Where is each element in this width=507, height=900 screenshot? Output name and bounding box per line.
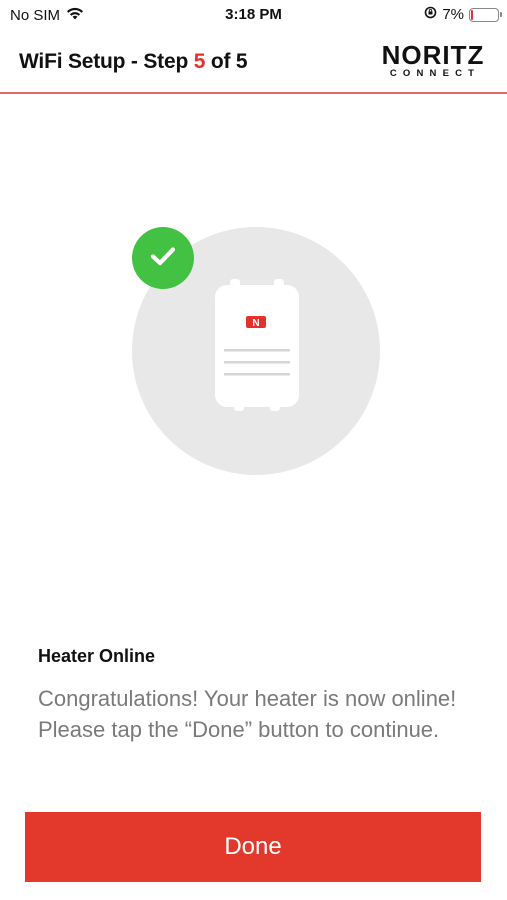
page-title: WiFi Setup - Step 5 of 5 bbox=[19, 50, 248, 74]
checkmark-icon bbox=[150, 246, 176, 271]
battery-percent: 7% bbox=[442, 6, 464, 23]
orientation-lock-icon bbox=[424, 6, 437, 23]
battery-level bbox=[471, 9, 473, 20]
success-badge bbox=[132, 227, 194, 289]
brand-mark: N bbox=[252, 318, 259, 329]
logo-wordmark: NORITZ bbox=[381, 40, 485, 70]
logo-subtitle: CONNECT bbox=[389, 68, 481, 79]
title-prefix: WiFi Setup - Step bbox=[19, 50, 189, 73]
heater-online-illustration: N bbox=[130, 225, 382, 477]
current-step: 5 bbox=[193, 50, 206, 73]
step-total: of 5 bbox=[210, 50, 248, 73]
status-right: 7% bbox=[424, 6, 502, 23]
status-message: Congratulations! Your heater is now onli… bbox=[38, 686, 457, 742]
battery-icon bbox=[469, 7, 502, 22]
status-bar: No SIM 3:18 PM 7% bbox=[0, 0, 507, 30]
noritz-connect-logo: NORITZ CONNECT bbox=[379, 42, 487, 80]
water-heater-icon: N bbox=[214, 275, 300, 415]
top-bar: WiFi Setup - Step 5 of 5 NORITZ CONNECT bbox=[0, 30, 507, 94]
status-title: Heater Online bbox=[38, 646, 156, 666]
done-button[interactable]: Done bbox=[25, 812, 481, 882]
